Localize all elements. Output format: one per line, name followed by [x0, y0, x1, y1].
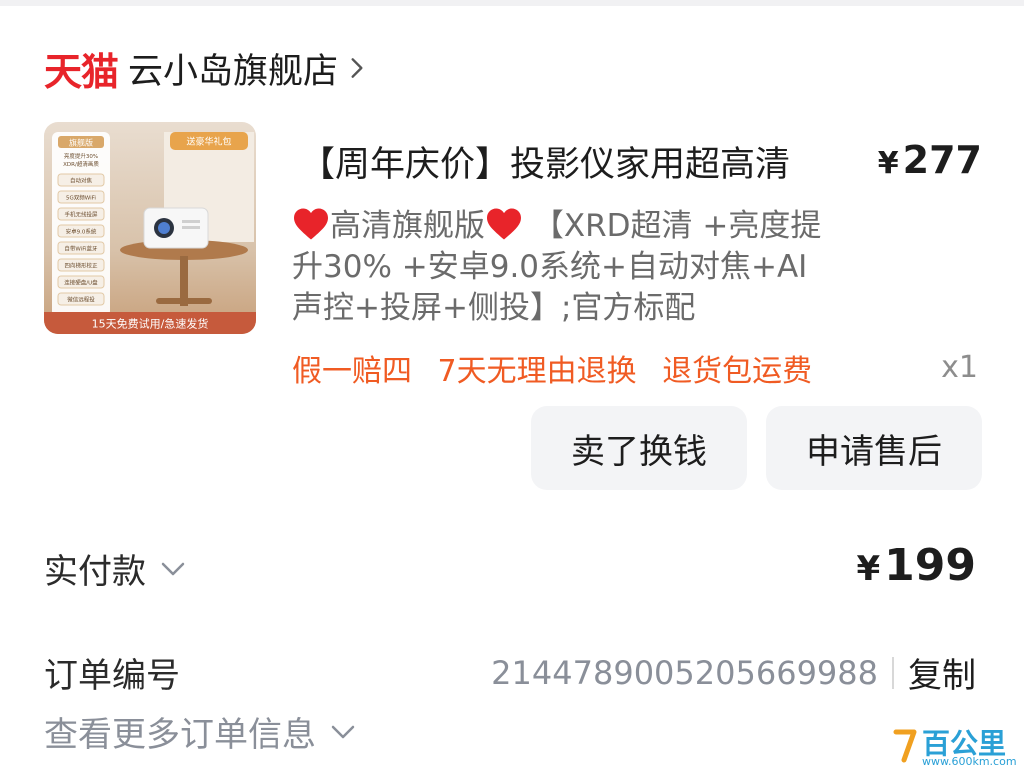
product-title[interactable]: 【周年庆价】投影仪家用超高清 — [300, 136, 790, 187]
thumb-feature-label: 连接硬盘/U盘 — [64, 279, 98, 287]
thumb-feature-label: 5G双频WiFi — [66, 194, 96, 202]
product-price-value: 277 — [902, 138, 982, 182]
spec-variant: 高清旗舰版 — [330, 208, 485, 244]
thumb-feature-label: 手机无线投屏 — [64, 211, 98, 219]
guarantee-fake-compensation: 假一赔四 — [292, 354, 412, 389]
guarantee-return-shipping: 退货包运费 — [662, 354, 813, 389]
shop-header[interactable]: 天猫 云小岛旗舰店 — [44, 42, 370, 94]
thumb-feature-label: 自动对焦 — [70, 177, 93, 185]
chevron-down-icon — [161, 562, 185, 575]
chevron-down-icon — [331, 725, 355, 738]
product-price: ¥277 — [878, 138, 982, 182]
thumb-headline: 亮度提升30% — [64, 152, 98, 160]
watermark-logo: 百公里 www.600km.com — [892, 724, 1018, 772]
thumb-feature-label: 微信远程投 — [67, 296, 95, 304]
shop-name[interactable]: 云小岛旗舰店 — [128, 43, 338, 94]
service-guarantees: 假一赔四 7天无理由退换 退货包运费 — [292, 346, 828, 390]
order-number-label: 订单编号 — [44, 656, 180, 696]
copy-order-number-button[interactable]: 复制 — [908, 648, 976, 697]
top-divider-strip — [0, 0, 1024, 6]
quantity: x1 — [941, 350, 978, 385]
product-spec[interactable]: 高清旗舰版 【XRD超清 +亮度提升30% +安卓9.0系统+自动对焦+AI声控… — [292, 206, 832, 329]
order-number: 2144789005205669988 — [491, 653, 878, 692]
actual-payment-value: 199 — [884, 540, 976, 591]
actual-payment-amount: ¥199 — [856, 540, 976, 591]
heart-icon — [487, 208, 521, 240]
thumb-feature-label: 自带WiFi蓝牙 — [64, 245, 98, 253]
thumb-subheadline: XDR/超清画质 — [63, 160, 99, 168]
watermark-mark-icon — [893, 729, 917, 763]
currency-symbol: ¥ — [877, 146, 899, 181]
sell-for-cash-button[interactable]: 卖了换钱 — [531, 406, 747, 490]
product-thumbnail[interactable]: 旗舰版 亮度提升30% XDR/超清画质 自动对焦 5G双频WiFi 手机无线投屏安… — [44, 122, 256, 334]
thumb-badge: 旗舰版 — [69, 138, 93, 148]
thumb-feature-label: 四向梯形校正 — [64, 262, 98, 270]
thumb-feature-label: 安卓9.0系统 — [66, 228, 97, 236]
more-order-info-toggle[interactable]: 查看更多订单信息 — [44, 707, 358, 756]
heart-icon — [294, 208, 328, 240]
currency-symbol: ¥ — [856, 549, 881, 589]
product-image: 旗舰版 亮度提升30% XDR/超清画质 自动对焦 5G双频WiFi 手机无线投屏安… — [44, 122, 256, 334]
tmall-logo: 天猫 — [44, 49, 119, 94]
guarantee-7-day-return: 7天无理由退换 — [437, 354, 637, 389]
thumb-gift-tag: 送豪华礼包 — [186, 136, 231, 148]
after-sales-button[interactable]: 申请售后 — [766, 406, 982, 490]
chevron-right-icon — [351, 58, 363, 78]
thumb-footer: 15天免费试用/急速发货 — [92, 317, 209, 331]
actual-payment-label: 实付款 — [44, 552, 146, 592]
order-number-row: 2144789005205669988 复制 — [491, 648, 976, 697]
watermark-url: www.600km.com — [922, 755, 1017, 768]
actual-payment-toggle[interactable]: 实付款 — [44, 544, 188, 593]
more-order-info-label: 查看更多订单信息 — [44, 715, 316, 755]
divider — [892, 656, 894, 689]
